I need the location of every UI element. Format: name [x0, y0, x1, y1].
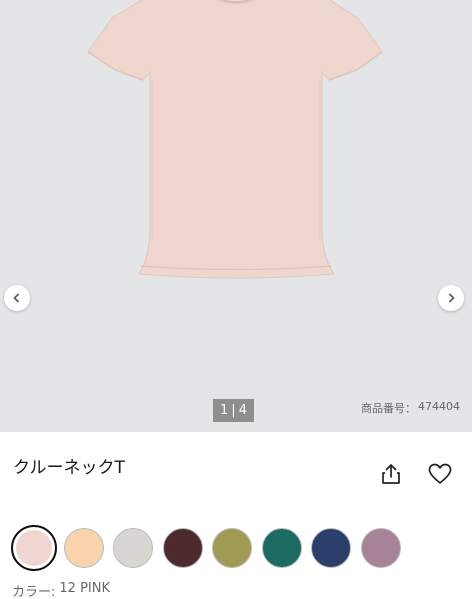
color-swatch[interactable] [11, 525, 57, 571]
next-image-button[interactable] [438, 285, 464, 311]
color-swatch[interactable] [162, 528, 203, 568]
share-button[interactable] [379, 462, 403, 486]
image-page-indicator: 1 | 4 [213, 399, 254, 422]
color-label-prefix: カラー: [12, 585, 56, 599]
heart-icon [428, 463, 452, 484]
product-number: 商品番号： 474404 [361, 400, 460, 416]
color-swatch[interactable] [212, 528, 252, 568]
product-number-label: 商品番号： [361, 402, 416, 415]
chevron-left-icon [13, 293, 20, 303]
color-swatch[interactable] [360, 528, 401, 568]
color-swatch[interactable] [63, 528, 104, 568]
product-image [87, 0, 383, 279]
selected-color-name: 12 PINK [59, 581, 110, 596]
share-icon [382, 464, 400, 484]
product-title: クルーネックT [13, 458, 125, 478]
previous-image-button[interactable] [4, 285, 30, 311]
total-pages: 4 [238, 403, 247, 418]
color-swatch[interactable] [261, 528, 302, 568]
color-swatch[interactable] [311, 528, 351, 568]
product-number-value: 474404 [418, 400, 460, 413]
current-page: 1 [220, 403, 229, 418]
product-image-gallery[interactable]: 1 | 4 商品番号： 474404 [0, 0, 472, 432]
color-swatch[interactable] [113, 528, 153, 568]
product-page: 1 | 4 商品番号： 474404 クルーネックT カラー: 12 PINK [0, 0, 472, 599]
chevron-right-icon [448, 293, 455, 303]
selected-color-label: カラー: 12 PINK [12, 581, 110, 599]
page-separator: | [231, 403, 236, 418]
favorite-button[interactable] [427, 461, 453, 487]
